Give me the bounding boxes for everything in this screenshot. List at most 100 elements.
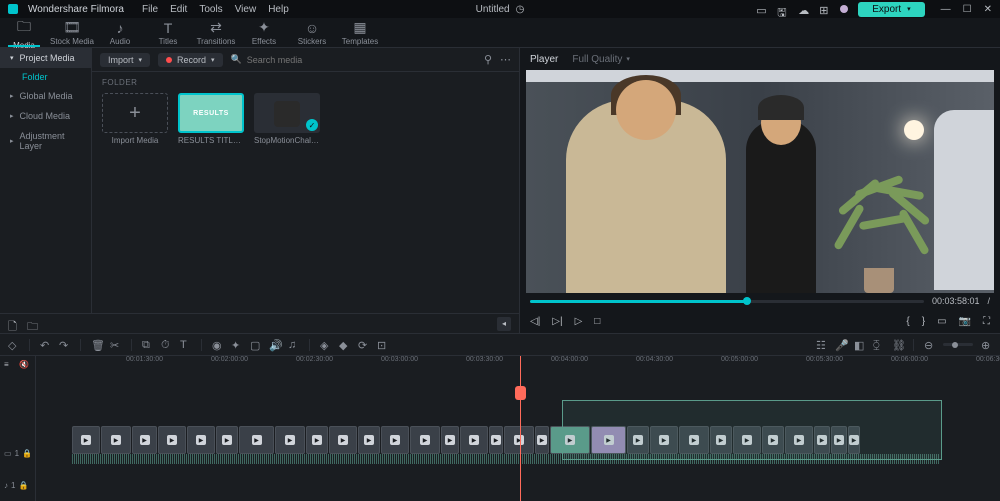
- record-button[interactable]: Record▾: [158, 53, 223, 67]
- sidebar-global-media[interactable]: ▸Global Media: [0, 86, 91, 106]
- clip[interactable]: [275, 426, 305, 454]
- menu-view[interactable]: View: [235, 4, 257, 15]
- clip[interactable]: [441, 426, 459, 454]
- menu-edit[interactable]: Edit: [170, 4, 187, 15]
- import-button[interactable]: Import▾: [100, 53, 150, 67]
- crop-icon[interactable]: ⧉: [142, 339, 153, 350]
- text-tool-icon[interactable]: T: [180, 339, 191, 350]
- tab-stickers[interactable]: ☺Stickers: [288, 18, 336, 47]
- clip[interactable]: [239, 426, 274, 454]
- link-icon[interactable]: ⛓: [892, 339, 903, 350]
- marker-icon[interactable]: ◈: [320, 339, 331, 350]
- media-import-tile[interactable]: + Import Media: [102, 93, 168, 145]
- clip[interactable]: [306, 426, 328, 454]
- menu-help[interactable]: Help: [268, 4, 289, 15]
- filter-icon[interactable]: ⚲: [484, 53, 492, 66]
- redo-icon[interactable]: ↷: [59, 339, 70, 350]
- volume-icon[interactable]: 🔊: [269, 339, 280, 350]
- tab-titles[interactable]: TTitles: [144, 18, 192, 47]
- export-button[interactable]: Export ▾: [858, 2, 924, 17]
- speed-icon[interactable]: ⏱: [161, 339, 172, 350]
- timeline-selection[interactable]: [562, 400, 942, 460]
- clip[interactable]: [535, 426, 549, 454]
- tab-media[interactable]: 🗀Media: [0, 18, 48, 47]
- mute-icon[interactable]: 🔇: [19, 360, 30, 371]
- cloud-icon[interactable]: ☁: [798, 4, 809, 15]
- voice-icon[interactable]: 🎤: [835, 339, 846, 350]
- clip[interactable]: [460, 426, 488, 454]
- split-icon[interactable]: ✂: [110, 339, 121, 350]
- menu-tools[interactable]: Tools: [199, 4, 222, 15]
- clip[interactable]: [329, 426, 357, 454]
- clip[interactable]: [72, 426, 100, 454]
- media-item-stopmotion[interactable]: ✓ StopMotionChallenge...: [254, 93, 320, 145]
- search-field[interactable]: 🔍: [231, 54, 476, 65]
- save-icon[interactable]: 🖫: [777, 4, 788, 15]
- media-item-results[interactable]: RESULTS RESULTS TITLE CARD: [178, 93, 244, 145]
- camera-icon[interactable]: 📷: [959, 316, 971, 327]
- mark-in-icon[interactable]: {: [906, 316, 909, 327]
- video-track-header[interactable]: ▭1🔒: [0, 437, 35, 469]
- keyframe2-icon[interactable]: ◆: [339, 339, 350, 350]
- greenscreen-icon[interactable]: ▢: [250, 339, 261, 350]
- timeline-ruler[interactable]: 00:01:30:00 00:02:00:00 00:02:30:00 00:0…: [36, 356, 1000, 368]
- mixer-icon[interactable]: ☷: [816, 339, 827, 350]
- subtitle-icon[interactable]: ◧: [854, 339, 865, 350]
- search-input[interactable]: [247, 55, 476, 65]
- tab-stock-media[interactable]: 🎞Stock Media: [48, 18, 96, 47]
- stop-button[interactable]: □: [594, 316, 600, 327]
- player-tab[interactable]: Player: [530, 54, 558, 65]
- color-icon[interactable]: ◉: [212, 339, 223, 350]
- sidebar-folder[interactable]: Folder: [0, 68, 91, 86]
- tab-effects[interactable]: ✦Effects: [240, 18, 288, 47]
- keyframe-icon[interactable]: ◇: [8, 339, 19, 350]
- scrub-bar[interactable]: [530, 300, 924, 303]
- tab-transitions[interactable]: ⇄Transitions: [192, 18, 240, 47]
- clip[interactable]: [132, 426, 157, 454]
- fullscreen-icon[interactable]: ⛶: [983, 316, 990, 327]
- detach-audio-icon[interactable]: ♫: [288, 339, 299, 350]
- clip[interactable]: [101, 426, 131, 454]
- maximize-button[interactable]: ☐: [963, 4, 972, 15]
- audio-track-header[interactable]: ♪1🔒: [0, 469, 35, 501]
- clip[interactable]: [381, 426, 409, 454]
- lock-icon[interactable]: 🔒: [18, 481, 28, 490]
- menu-file[interactable]: File: [142, 4, 158, 15]
- scrub-handle[interactable]: [743, 297, 751, 305]
- device-icon[interactable]: ▭: [756, 4, 767, 15]
- tab-templates[interactable]: ▦Templates: [336, 18, 384, 47]
- clip[interactable]: [489, 426, 503, 454]
- clip[interactable]: [410, 426, 440, 454]
- zoom-out-icon[interactable]: ⊖: [924, 339, 935, 350]
- timeline-tracks[interactable]: 00:01:30:00 00:02:00:00 00:02:30:00 00:0…: [36, 356, 1000, 501]
- playhead[interactable]: [520, 356, 521, 501]
- effects-icon[interactable]: ✦: [231, 339, 242, 350]
- clip[interactable]: [158, 426, 186, 454]
- clock-icon[interactable]: ◷: [516, 4, 525, 15]
- clip[interactable]: [187, 426, 215, 454]
- new-bin-icon[interactable]: 🗋: [8, 318, 19, 329]
- close-button[interactable]: ✕: [984, 4, 992, 15]
- clip[interactable]: [504, 426, 534, 454]
- sidebar-cloud-media[interactable]: ▸Cloud Media: [0, 106, 91, 126]
- track-options-icon[interactable]: ≡: [4, 360, 15, 371]
- render-icon[interactable]: ⟳: [358, 339, 369, 350]
- play-backward-button[interactable]: ▷|: [552, 316, 562, 327]
- undo-icon[interactable]: ↶: [40, 339, 51, 350]
- more-icon[interactable]: ⋯: [500, 53, 511, 66]
- snapshot-icon[interactable]: ▭: [937, 316, 946, 327]
- play-button[interactable]: ▷: [575, 316, 583, 327]
- delete-icon[interactable]: 🗑: [91, 339, 102, 350]
- new-folder-icon[interactable]: 🗀: [27, 318, 38, 329]
- clip[interactable]: [216, 426, 238, 454]
- user-avatar[interactable]: [840, 5, 848, 13]
- minimize-button[interactable]: —: [941, 4, 951, 15]
- tab-audio[interactable]: ♪Audio: [96, 18, 144, 47]
- preview-viewport[interactable]: [526, 70, 994, 293]
- zoom-fit-icon[interactable]: ⊕: [981, 339, 992, 350]
- more-tools-icon[interactable]: ⊡: [377, 339, 388, 350]
- lock-icon[interactable]: 🔒: [22, 449, 32, 458]
- quality-dropdown[interactable]: Full Quality ▾: [572, 54, 630, 65]
- collapse-sidebar-button[interactable]: ◂: [497, 317, 511, 331]
- clip[interactable]: [358, 426, 380, 454]
